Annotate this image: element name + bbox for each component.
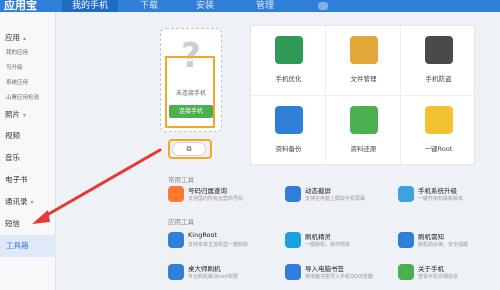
app-tools-heading: 应用工具 — [168, 218, 194, 226]
tool-desk-master[interactable]: 桌大师刷机 专业刷机解决root权限 — [168, 262, 278, 286]
about-phone-icon — [398, 264, 414, 280]
anti-theft-icon — [425, 36, 453, 64]
tool-system-upgrade[interactable]: 手机系统升级 一键升级到最新版本 — [398, 184, 500, 208]
tool-name: 号码归属查询 — [188, 187, 227, 195]
tool-name: 刷机需知 — [418, 233, 444, 241]
kingroot-icon — [168, 232, 184, 248]
connect-phone-button[interactable]: 连接手机 — [169, 105, 213, 118]
common-tools-heading: 常用工具 — [168, 176, 194, 184]
tool-flash-guide[interactable]: 刷机需知 刷机前必读，安全提醒 — [398, 230, 500, 254]
phone-number-icon — [168, 186, 184, 202]
feature-backup[interactable]: 资料备份 — [251, 96, 326, 166]
tool-name: 桌大师刷机 — [188, 265, 221, 273]
tab-my-phone[interactable]: 我的手机 — [62, 0, 119, 12]
key-icon — [425, 106, 453, 134]
feature-label: 一键Root — [424, 145, 453, 153]
tool-name: KingRoot — [188, 231, 218, 239]
feature-grid: 手机优化 文件管理 手机防盗 资料备份 资料还原 一键Root — [250, 25, 476, 166]
tool-desc: 将电脑书签导入手机QQ浏览器 — [305, 274, 373, 280]
sidebar: 应用 ▴ 我的应用 可升级 系统应用 山寨应用检测 照片 ▾ 视频 音乐 电子书 通… — [0, 12, 56, 290]
tab-manage[interactable]: 管理 — [256, 0, 274, 11]
tab-install[interactable]: 安装 — [196, 0, 214, 11]
feature-restore[interactable]: 资料还原 — [326, 96, 401, 166]
tool-name: 关于手机 — [418, 265, 444, 273]
tool-name: 刷机精灵 — [305, 233, 331, 241]
tool-kingroot[interactable]: KingRoot 支持安卓主流机型一键获取 — [168, 230, 278, 254]
tab-download[interactable]: 下载 — [140, 0, 158, 11]
feature-label: 资料备份 — [275, 145, 302, 153]
sidebar-item-contacts[interactable]: 通讯录 ▾ — [5, 196, 34, 207]
feature-anti-theft[interactable]: 手机防盗 — [401, 26, 476, 96]
tool-import-bookmarks[interactable]: 导入电脑书签 将电脑书签导入手机QQ浏览器 — [285, 262, 395, 286]
feature-file-manager[interactable]: 文件管理 — [326, 26, 401, 96]
chevron-down-icon: ▾ — [23, 112, 27, 119]
feature-label: 手机防盗 — [425, 75, 452, 83]
feature-one-click-root[interactable]: 一键Root — [401, 96, 476, 166]
sidebar-item-ebooks[interactable]: 电子书 — [5, 174, 28, 185]
tool-desc: 支持在电脑上截取手机屏幕 — [305, 196, 366, 202]
screenshot-icon — [285, 186, 301, 202]
tool-name: 动态截屏 — [305, 187, 331, 195]
top-bar: 应用宝 我的手机 下载 安装 管理 — [0, 0, 500, 12]
tool-name: 手机系统升级 — [418, 187, 457, 195]
sidebar-item-music[interactable]: 音乐 — [5, 152, 20, 163]
sidebar-item-apps[interactable]: 应用 ▴ — [5, 32, 26, 43]
sidebar-item-sms[interactable]: 短信 — [5, 218, 20, 229]
restore-icon — [350, 106, 378, 134]
screen-control-button[interactable]: ⧉ — [172, 142, 206, 156]
feature-phone-optimize[interactable]: 手机优化 — [251, 26, 326, 96]
sidebar-subitem-system-apps[interactable]: 系统应用 — [6, 78, 28, 86]
tool-name: 导入电脑书签 — [305, 265, 344, 273]
feature-label: 手机优化 — [275, 75, 302, 83]
tool-flash-wizard[interactable]: 刷机精灵 一键刷机，操作简单 — [285, 230, 395, 254]
tool-desc: 支持国内所有运营商号码 — [188, 196, 244, 202]
tool-desc: 一键升级到最新版本 — [418, 196, 464, 202]
phone-status: 未连接手机 — [175, 90, 206, 97]
folder-icon — [350, 36, 378, 64]
tool-desc: 查看手机详细信息 — [418, 274, 459, 280]
system-upgrade-icon — [398, 186, 414, 202]
tool-dynamic-screenshot[interactable]: 动态截屏 支持在电脑上截取手机屏幕 — [285, 184, 395, 208]
backup-icon — [275, 106, 303, 134]
flash-wizard-icon — [285, 232, 301, 248]
desk-master-icon — [168, 264, 184, 280]
tool-about-phone[interactable]: 关于手机 查看手机详细信息 — [398, 262, 500, 286]
tool-desc: 专业刷机解决root权限 — [188, 274, 239, 280]
tool-desc: 一键刷机，操作简单 — [305, 242, 351, 248]
chevron-up-icon: ▴ — [23, 35, 27, 42]
tool-number-lookup[interactable]: 号码归属查询 支持国内所有运营商号码 — [168, 184, 278, 208]
flash-guide-icon — [398, 232, 414, 248]
feature-label: 资料还原 — [350, 145, 377, 153]
sidebar-item-photos[interactable]: 照片 ▾ — [5, 109, 26, 120]
notification-icon[interactable] — [318, 2, 328, 10]
bookmark-icon — [285, 264, 301, 280]
sidebar-subitem-upgradable[interactable]: 可升级 — [6, 63, 23, 71]
chevron-down-icon: ▾ — [30, 199, 34, 206]
feature-label: 文件管理 — [350, 75, 377, 83]
tool-desc: 支持安卓主流机型一键获取 — [188, 242, 249, 248]
sidebar-item-toolbox-label: 工具箱 — [6, 241, 29, 250]
sidebar-subitem-fake-app-check[interactable]: 山寨应用检测 — [6, 93, 39, 101]
phone-optimize-icon — [275, 36, 303, 64]
tool-desc: 刷机前必读，安全提醒 — [418, 242, 469, 248]
sidebar-item-videos[interactable]: 视频 — [5, 130, 20, 141]
sidebar-subitem-my-apps[interactable]: 我的应用 — [6, 48, 28, 56]
sidebar-item-toolbox[interactable]: 工具箱 — [0, 235, 56, 257]
